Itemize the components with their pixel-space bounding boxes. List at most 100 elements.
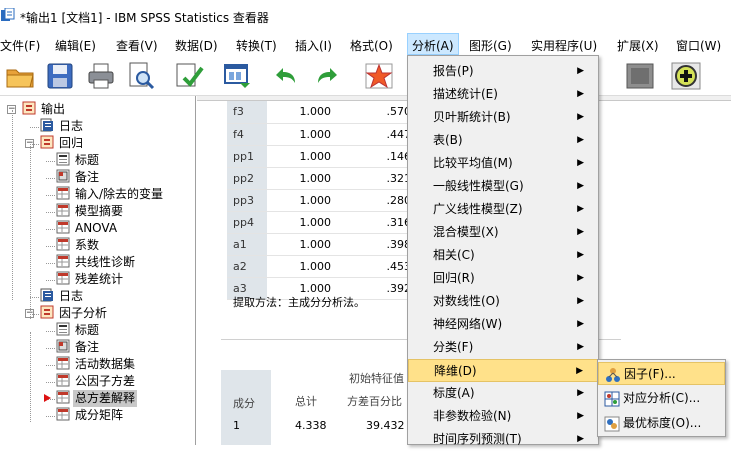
- menu-item-label: 非参数检验(N): [433, 409, 512, 423]
- analyze-menu-item[interactable]: 贝叶斯统计(B) ▶: [408, 106, 598, 129]
- tree-connector: [46, 382, 55, 383]
- outline-item[interactable]: 标题: [56, 152, 101, 169]
- analyze-menu-item[interactable]: 标度(A) ▶: [408, 382, 598, 405]
- outline-item-label: 输入/除去的变量: [75, 187, 164, 201]
- dimension-submenu-item[interactable]: 因子(F)...: [598, 362, 725, 385]
- outline-item[interactable]: 备注: [56, 169, 101, 186]
- submenu-arrow-icon: ▶: [577, 342, 584, 352]
- dimension-submenu-item[interactable]: 对应分析(C)...: [598, 387, 725, 410]
- submenu-arrow-icon: ▶: [577, 204, 584, 214]
- redo-icon[interactable]: [313, 61, 343, 91]
- menu-item-label: 贝叶斯统计(B): [433, 110, 511, 124]
- table-row: f4 1.000.447: [227, 123, 417, 146]
- designate-window-icon[interactable]: [671, 61, 701, 91]
- analyze-menu-item[interactable]: 一般线性模型(G) ▶: [408, 175, 598, 198]
- analyze-menu-item[interactable]: 时间序列预测(T) ▶: [408, 428, 598, 451]
- outline-item[interactable]: 成分矩阵: [56, 407, 125, 424]
- variable-name: pp4: [227, 211, 267, 234]
- outline-item-label: 残差统计: [75, 272, 124, 286]
- outline-item[interactable]: 共线性诊断: [56, 254, 137, 271]
- menu-4[interactable]: 转换(T): [236, 37, 277, 54]
- output-book-icon: [22, 101, 36, 115]
- outline-item[interactable]: 模型摘要: [56, 203, 125, 220]
- tree-connector: [46, 263, 55, 264]
- outline-item-label: 因子分析: [59, 306, 108, 320]
- outline-item-label: 成分矩阵: [75, 408, 124, 422]
- outline-item[interactable]: 系数: [56, 237, 101, 254]
- export-icon[interactable]: [174, 61, 204, 91]
- analyze-menu-item[interactable]: 报告(P) ▶: [408, 60, 598, 83]
- tree-connector: [46, 348, 55, 349]
- analyze-menu-item[interactable]: 非参数检验(N) ▶: [408, 405, 598, 428]
- extraction-value: .280: [337, 189, 417, 212]
- menu-6[interactable]: 格式(O): [350, 37, 393, 54]
- save-icon[interactable]: [45, 61, 75, 91]
- open-folder-icon[interactable]: [5, 61, 35, 91]
- recall-dialog-icon[interactable]: [222, 61, 252, 91]
- tree-connector: [46, 178, 55, 179]
- blank-icon[interactable]: [625, 61, 655, 91]
- goto-data-icon[interactable]: [364, 61, 394, 91]
- outline-item[interactable]: 残差统计: [56, 271, 125, 288]
- toolbar: [0, 55, 731, 96]
- analyze-menu-item[interactable]: 相关(C) ▶: [408, 244, 598, 267]
- analyze-menu-item[interactable]: 广义线性模型(Z) ▶: [408, 198, 598, 221]
- analyze-menu-item[interactable]: 降维(D) ▶: [408, 359, 598, 382]
- outline-item[interactable]: 总方差解释: [56, 390, 138, 407]
- menu-1[interactable]: 编辑(E): [55, 37, 96, 54]
- table-icon: [56, 220, 70, 234]
- outline-item[interactable]: 公因子方差: [56, 373, 137, 390]
- menu-5[interactable]: 插入(I): [295, 37, 332, 54]
- initial-eigenvalues-header: 初始特征值: [349, 372, 404, 385]
- analyze-menu-item[interactable]: 分类(F) ▶: [408, 336, 598, 359]
- outline-item[interactable]: 因子分析: [40, 305, 109, 322]
- tree-connector: [30, 144, 39, 145]
- initial-value: 1.000: [267, 167, 337, 190]
- tree-connector: [46, 212, 55, 213]
- analyze-menu-item[interactable]: 对数线性(O) ▶: [408, 290, 598, 313]
- dimension-submenu-item[interactable]: 最优标度(O)...: [598, 412, 725, 435]
- variable-name: pp2: [227, 167, 267, 190]
- variance-pct-col-header: 方差百分比: [347, 395, 402, 408]
- analyze-menu-item[interactable]: 混合模型(X) ▶: [408, 221, 598, 244]
- outline-item[interactable]: ANOVA: [56, 220, 119, 237]
- print-preview-icon[interactable]: [126, 61, 156, 91]
- tree-connector: [46, 161, 55, 162]
- undo-icon[interactable]: [270, 61, 300, 91]
- analyze-menu-item[interactable]: 表(B) ▶: [408, 129, 598, 152]
- analyze-menu-item[interactable]: 回归(R) ▶: [408, 267, 598, 290]
- outline-item[interactable]: 输入/除去的变量: [56, 186, 165, 203]
- menu-9[interactable]: 实用程序(U): [531, 37, 597, 54]
- outline-item[interactable]: 输出: [22, 101, 67, 118]
- outline-item[interactable]: 活动数据集: [56, 356, 137, 373]
- outline-item[interactable]: 备注: [56, 339, 101, 356]
- submenu-arrow-icon: ▶: [577, 135, 584, 145]
- title-bar: *输出1 [文档1] - IBM SPSS Statistics 查看器: [0, 0, 731, 33]
- menu-7[interactable]: 分析(A): [407, 33, 459, 55]
- analyze-menu: 报告(P) ▶ 描述统计(E) ▶ 贝叶斯统计(B) ▶ 表(B) ▶ 比较平均值(M) ▶ 一般线…: [407, 55, 599, 446]
- menu-11[interactable]: 窗口(W): [676, 37, 721, 54]
- menu-2[interactable]: 查看(V): [116, 37, 158, 54]
- submenu-arrow-icon: ▶: [577, 388, 584, 398]
- table-row: a1 1.000.398: [227, 233, 417, 256]
- menu-10[interactable]: 扩展(X): [617, 37, 659, 54]
- menu-3[interactable]: 数据(D): [175, 37, 218, 54]
- print-icon[interactable]: [86, 61, 116, 91]
- outline-item-label: 总方差解释: [73, 390, 138, 407]
- outline-item[interactable]: 回归: [40, 135, 85, 152]
- outline-item-label: 备注: [75, 340, 100, 354]
- spss-app-icon: [1, 8, 15, 21]
- outline-item[interactable]: 日志: [40, 118, 85, 135]
- correspondence-icon: [604, 391, 620, 407]
- menu-0[interactable]: 文件(F): [0, 37, 40, 54]
- analyze-menu-item[interactable]: 比较平均值(M) ▶: [408, 152, 598, 175]
- menu-8[interactable]: 图形(G): [469, 37, 512, 54]
- variable-name: f3: [227, 101, 267, 124]
- analyze-menu-item[interactable]: 神经网络(W) ▶: [408, 313, 598, 336]
- menu-item-label: 对应分析(C)...: [623, 391, 701, 405]
- outline-item[interactable]: 日志: [40, 288, 85, 305]
- analyze-menu-item[interactable]: 描述统计(E) ▶: [408, 83, 598, 106]
- outline-item[interactable]: 标题: [56, 322, 101, 339]
- initial-value: 1.000: [267, 211, 337, 234]
- tree-connector: [46, 416, 55, 417]
